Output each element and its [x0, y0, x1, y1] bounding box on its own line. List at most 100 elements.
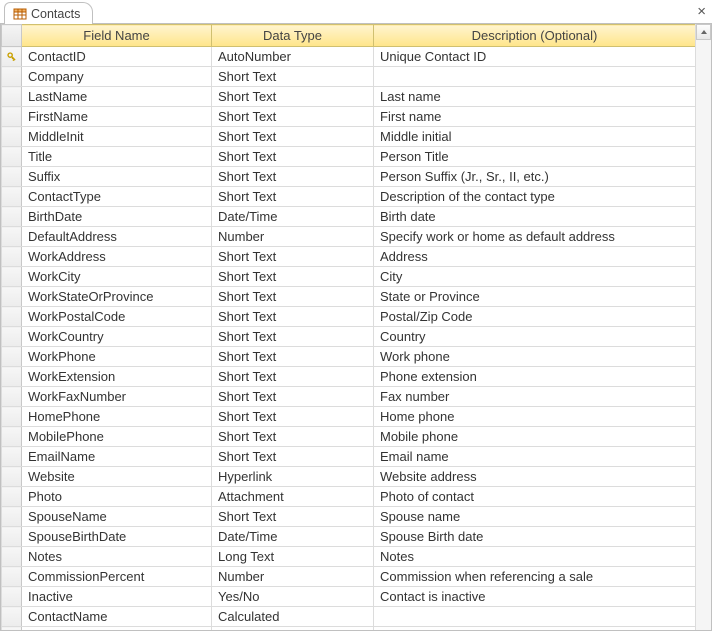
row-selector[interactable] — [2, 287, 22, 307]
row-selector[interactable] — [2, 307, 22, 327]
field-name-cell[interactable]: CommissionPercent — [22, 567, 212, 587]
field-name-cell[interactable]: MobilePhone — [22, 427, 212, 447]
data-type-cell[interactable]: Short Text — [212, 387, 374, 407]
data-type-cell[interactable]: Short Text — [212, 67, 374, 87]
field-name-cell[interactable]: Title — [22, 147, 212, 167]
data-type-cell[interactable]: Short Text — [212, 447, 374, 467]
description-cell[interactable]: Photo of contact — [374, 487, 696, 507]
field-name-cell[interactable]: DefaultAddress — [22, 227, 212, 247]
row-selector[interactable] — [2, 527, 22, 547]
field-name-cell[interactable]: MiddleInit — [22, 127, 212, 147]
vertical-scrollbar[interactable] — [695, 24, 711, 630]
row-selector-header[interactable] — [2, 25, 22, 47]
col-header-description[interactable]: Description (Optional) — [374, 25, 696, 47]
data-type-cell[interactable]: Short Text — [212, 147, 374, 167]
field-name-cell[interactable]: EmailName — [22, 447, 212, 467]
description-cell[interactable]: Spouse name — [374, 507, 696, 527]
data-type-cell[interactable]: Short Text — [212, 107, 374, 127]
row-selector[interactable] — [2, 87, 22, 107]
description-cell[interactable]: Notes — [374, 547, 696, 567]
description-cell[interactable]: Phone extension — [374, 367, 696, 387]
col-header-data-type[interactable]: Data Type — [212, 25, 374, 47]
field-name-cell[interactable]: ContactType — [22, 187, 212, 207]
data-type-cell[interactable]: Short Text — [212, 307, 374, 327]
data-type-cell[interactable]: Short Text — [212, 267, 374, 287]
description-cell[interactable]: Birth date — [374, 207, 696, 227]
description-cell[interactable]: Contact is inactive — [374, 587, 696, 607]
description-cell[interactable]: Mobile phone — [374, 427, 696, 447]
field-name-cell[interactable]: SpouseName — [22, 507, 212, 527]
field-name-cell[interactable]: WorkExtension — [22, 367, 212, 387]
data-type-cell[interactable]: Calculated — [212, 627, 374, 631]
field-name-cell[interactable]: WorkAddress — [22, 247, 212, 267]
field-name-cell[interactable]: WorkCity — [22, 267, 212, 287]
description-cell[interactable] — [374, 67, 696, 87]
row-selector[interactable] — [2, 507, 22, 527]
data-type-cell[interactable]: Long Text — [212, 547, 374, 567]
row-selector[interactable] — [2, 587, 22, 607]
description-cell[interactable]: Work phone — [374, 347, 696, 367]
field-name-cell[interactable]: Notes — [22, 547, 212, 567]
description-cell[interactable]: Fax number — [374, 387, 696, 407]
data-type-cell[interactable]: Date/Time — [212, 527, 374, 547]
description-cell[interactable]: Postal/Zip Code — [374, 307, 696, 327]
row-selector[interactable] — [2, 167, 22, 187]
field-name-cell[interactable]: Inactive — [22, 587, 212, 607]
row-selector[interactable] — [2, 467, 22, 487]
close-icon[interactable]: × — [697, 4, 706, 19]
description-cell[interactable]: Spouse Birth date — [374, 527, 696, 547]
row-selector[interactable] — [2, 407, 22, 427]
description-cell[interactable]: Email name — [374, 447, 696, 467]
description-cell[interactable]: Specify work or home as default address — [374, 227, 696, 247]
field-name-cell[interactable]: WorkPhone — [22, 347, 212, 367]
field-name-cell[interactable]: Suffix — [22, 167, 212, 187]
description-cell[interactable]: Person Title — [374, 147, 696, 167]
data-type-cell[interactable]: Short Text — [212, 247, 374, 267]
col-header-field-name[interactable]: Field Name — [22, 25, 212, 47]
data-type-cell[interactable]: Short Text — [212, 327, 374, 347]
field-name-cell[interactable]: WorkFaxNumber — [22, 387, 212, 407]
field-name-cell[interactable]: Website — [22, 467, 212, 487]
scroll-up-button[interactable] — [696, 24, 711, 40]
row-selector[interactable] — [2, 207, 22, 227]
row-selector[interactable] — [2, 107, 22, 127]
data-type-cell[interactable]: Hyperlink — [212, 467, 374, 487]
field-name-cell[interactable]: WorkPostalCode — [22, 307, 212, 327]
data-type-cell[interactable]: Short Text — [212, 87, 374, 107]
data-type-cell[interactable]: Short Text — [212, 407, 374, 427]
field-name-cell[interactable]: BirthDate — [22, 207, 212, 227]
data-type-cell[interactable]: Short Text — [212, 187, 374, 207]
field-name-cell[interactable]: LastName — [22, 87, 212, 107]
data-type-cell[interactable]: Short Text — [212, 427, 374, 447]
data-type-cell[interactable]: Short Text — [212, 127, 374, 147]
row-selector[interactable] — [2, 47, 22, 67]
row-selector[interactable] — [2, 447, 22, 467]
data-type-cell[interactable]: Short Text — [212, 287, 374, 307]
row-selector[interactable] — [2, 367, 22, 387]
row-selector[interactable] — [2, 427, 22, 447]
row-selector[interactable] — [2, 247, 22, 267]
scroll-track[interactable] — [696, 40, 711, 630]
row-selector[interactable] — [2, 187, 22, 207]
data-type-cell[interactable]: Calculated — [212, 607, 374, 627]
data-type-cell[interactable]: Yes/No — [212, 587, 374, 607]
description-cell[interactable]: First name — [374, 107, 696, 127]
description-cell[interactable] — [374, 607, 696, 627]
description-cell[interactable]: Address — [374, 247, 696, 267]
row-selector[interactable] — [2, 227, 22, 247]
row-selector[interactable] — [2, 147, 22, 167]
description-cell[interactable]: State or Province — [374, 287, 696, 307]
description-cell[interactable]: Website address — [374, 467, 696, 487]
description-cell[interactable]: City — [374, 267, 696, 287]
data-type-cell[interactable]: Number — [212, 567, 374, 587]
row-selector[interactable] — [2, 627, 22, 631]
data-type-cell[interactable]: Short Text — [212, 367, 374, 387]
field-name-cell[interactable]: Photo — [22, 487, 212, 507]
row-selector[interactable] — [2, 67, 22, 87]
description-cell[interactable]: Unique Contact ID — [374, 47, 696, 67]
field-name-cell[interactable]: SpouseBirthDate — [22, 527, 212, 547]
field-name-cell[interactable]: FileAs — [22, 627, 212, 631]
description-cell[interactable]: Commission when referencing a sale — [374, 567, 696, 587]
description-cell[interactable]: Description of the contact type — [374, 187, 696, 207]
row-selector[interactable] — [2, 347, 22, 367]
